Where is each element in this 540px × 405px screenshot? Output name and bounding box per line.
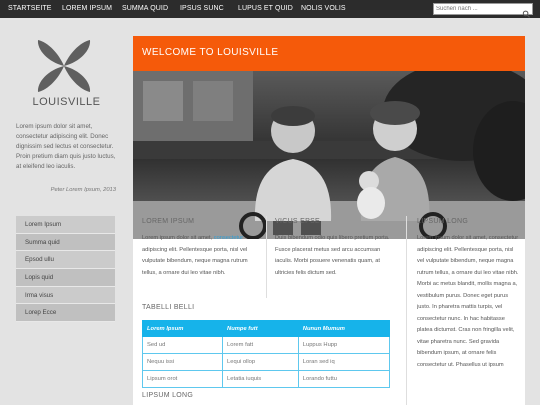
search-box xyxy=(433,3,533,18)
table-cell: Sed ud xyxy=(141,336,224,354)
hero-photo xyxy=(133,71,525,239)
inline-link-consectetur[interactable]: consectetur xyxy=(214,235,243,241)
sidebar-item-summa-quid[interactable]: Summa quid xyxy=(16,233,115,252)
search-icon[interactable] xyxy=(522,5,531,18)
data-table: Lorem Ipsum Numpe futt Nunun Mumum Sed u… xyxy=(141,320,391,388)
sidebar-item-lopis-quid[interactable]: Lopis quid xyxy=(16,269,115,287)
table-cell: Lipsum orot xyxy=(141,370,224,388)
section-text-lipsum-long: Lorem ipsum dolor sit amet, consectetur … xyxy=(417,235,519,368)
section-title-lipsum-long-bottom: LIPSUM LONG xyxy=(142,392,194,399)
section-text-vicus-epse: Duis bibendum odio quis libero pretium p… xyxy=(275,235,390,276)
banner-title: WELCOME TO LOUISVILLE xyxy=(142,47,279,58)
table-cell: Nequu issi xyxy=(141,353,224,371)
table-row: Lipsum orot Letatia iuquis Lorando futtu xyxy=(141,370,391,388)
nav-item-summa-quid[interactable]: SUMMA QUID xyxy=(122,0,168,18)
sidebar-quote-author: Peter Lorem Ipsum, 2013 xyxy=(50,187,116,193)
column-divider xyxy=(266,216,267,298)
welcome-banner: WELCOME TO LOUISVILLE xyxy=(133,36,525,71)
sidebar-item-lorem-ipsum[interactable]: Lorem Ipsum xyxy=(16,216,115,234)
sidebar-item-lorep-ecce[interactable]: Lorep Ecce xyxy=(16,304,115,323)
table-cell: Letatia iuquis xyxy=(222,370,299,388)
table-header-cell: Numpe futt xyxy=(222,320,299,337)
nav-item-startseite[interactable]: STARTSEITE xyxy=(8,0,52,18)
table-row: Sed ud Lorem fatt Luppus Hupp xyxy=(141,336,391,354)
nav-item-ipsus-sunc[interactable]: IPSUS SUNC xyxy=(180,0,224,18)
table-header-cell: Lorem Ipsum xyxy=(141,320,224,337)
table-row: Nequu issi Lequi ollop Loran sed iq xyxy=(141,353,391,371)
section-title-vicus-epse: VICUS EPSE xyxy=(275,218,321,225)
sidebar-menu: Lorem Ipsum Summa quid Epsod ullu Lopis … xyxy=(16,216,115,323)
sidebar-intro-text: Lorem ipsum dolor sit amet, consectetur … xyxy=(16,123,116,170)
section-text-part: adipiscing elit. Pellentesque porta, nis… xyxy=(142,246,248,276)
table-cell: Lorando futtu xyxy=(297,370,391,388)
top-navigation: STARTSEITE LOREM IPSUM SUMMA QUID IPSUS … xyxy=(0,0,540,18)
table-title: TABELLI BELLI xyxy=(142,304,195,311)
main-content: WELCOME TO LOUISVILLE LOREM IPSUM Lorem … xyxy=(133,36,525,405)
column-divider xyxy=(406,216,407,405)
table-cell: Lequi ollop xyxy=(222,353,299,371)
table-header-cell: Nunun Mumum xyxy=(297,320,391,337)
nav-item-nolis-volis[interactable]: NOLIS VOLIS xyxy=(301,0,346,18)
four-petal-logo-icon[interactable] xyxy=(34,36,94,96)
nav-item-lupus-et-quid[interactable]: LUPUS ET QUID xyxy=(238,0,293,18)
section-text-part: Lorem ipsum dolor sit amet, xyxy=(142,235,214,241)
section-title-lipsum-long: LIPSUM LONG xyxy=(417,218,469,225)
section-text-lorem-ipsum: Lorem ipsum dolor sit amet, consectetur … xyxy=(142,233,260,279)
section-title-lorem-ipsum: LOREM IPSUM xyxy=(142,218,195,225)
nav-item-lorem-ipsum[interactable]: LOREM IPSUM xyxy=(62,0,112,18)
table-cell: Loran sed iq xyxy=(297,353,391,371)
site-name: LOUISVILLE xyxy=(32,96,101,108)
search-input[interactable] xyxy=(436,4,518,14)
table-cell: Lorem fatt xyxy=(222,336,299,354)
sidebar-item-epsod-ullu[interactable]: Epsod ullu xyxy=(16,251,115,270)
table-header-row: Lorem Ipsum Numpe futt Nunun Mumum xyxy=(141,320,391,337)
table-cell: Luppus Hupp xyxy=(297,336,391,354)
sidebar-item-irma-visus[interactable]: Irma visus xyxy=(16,286,115,305)
